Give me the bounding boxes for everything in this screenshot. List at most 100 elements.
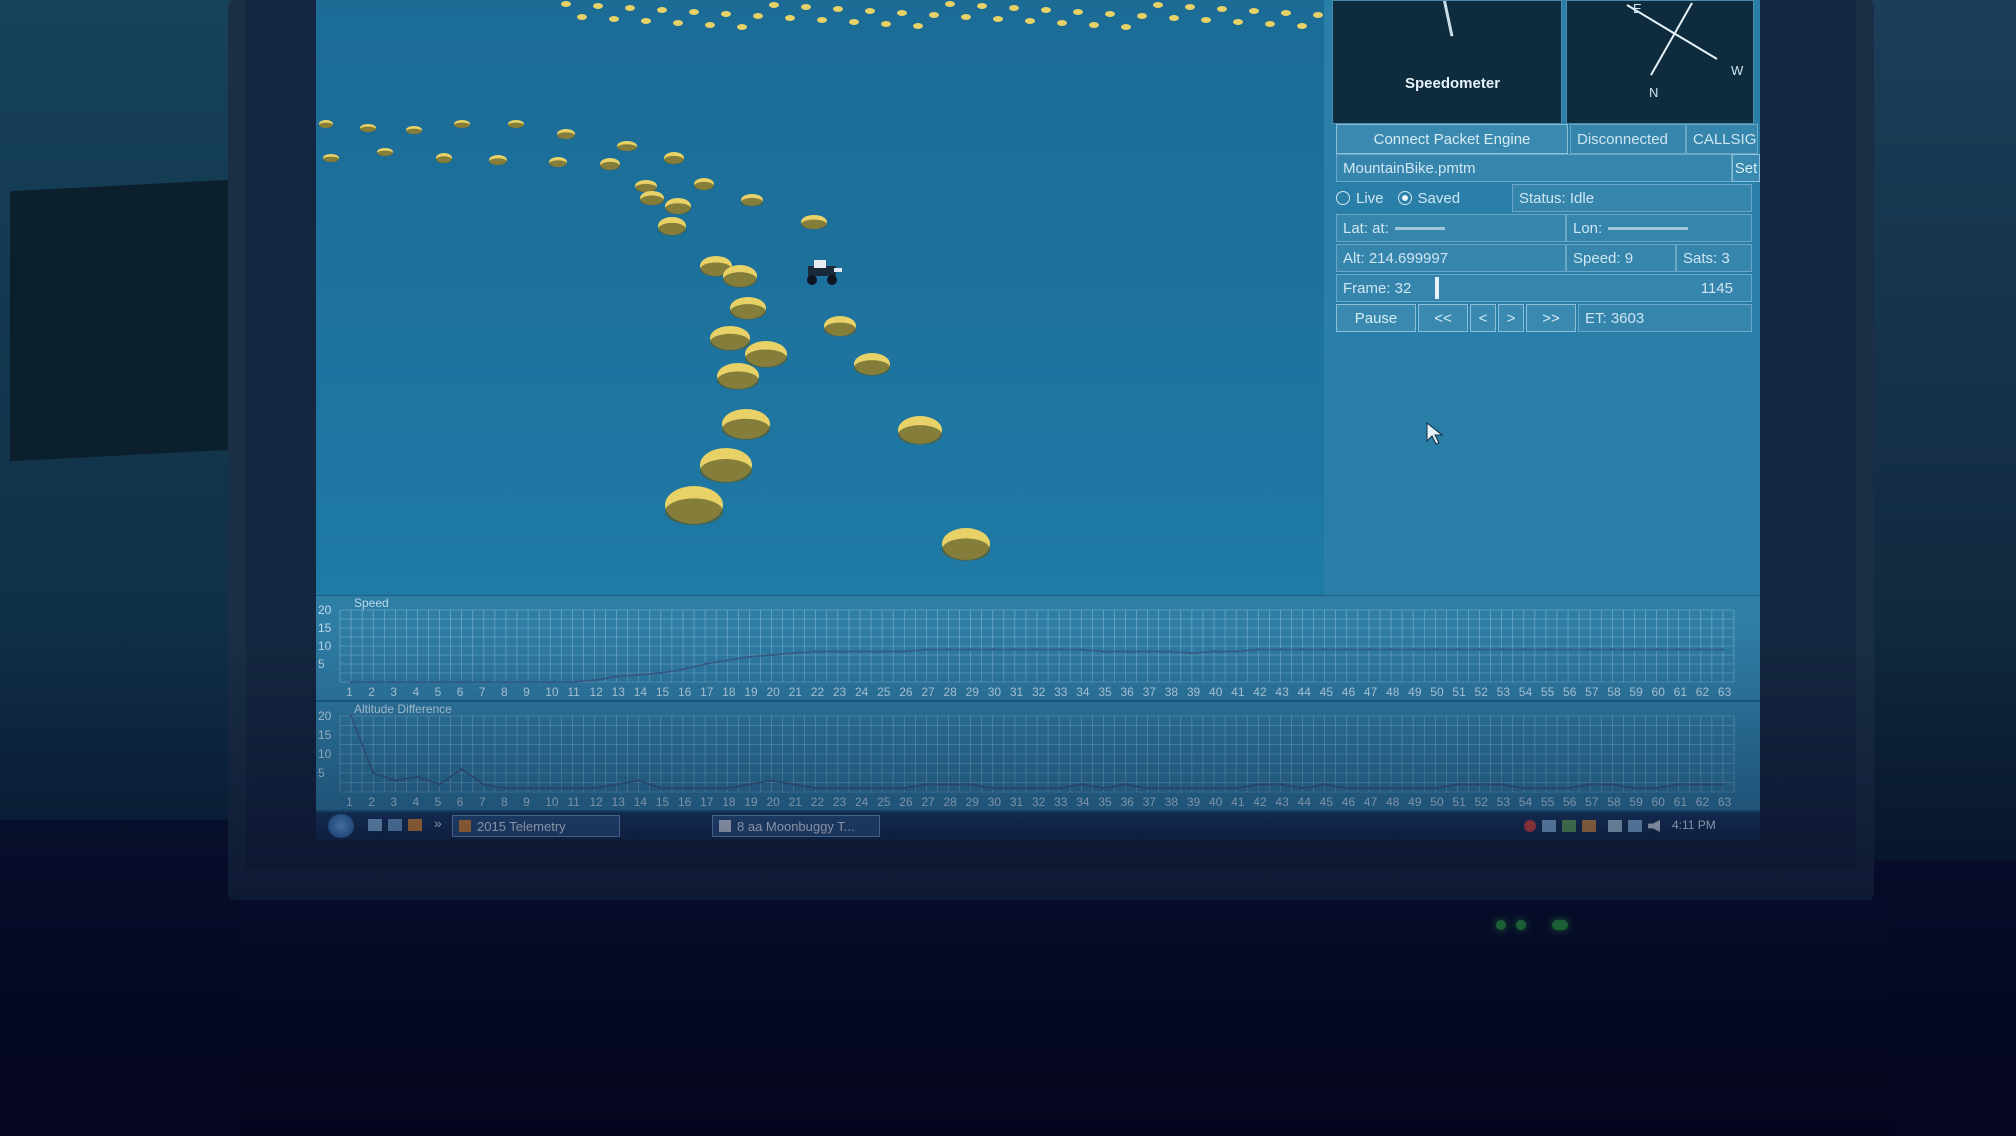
saved-radio[interactable] [1397, 191, 1412, 205]
x-tick-label: 49 [1408, 795, 1422, 809]
tray-icon[interactable] [1562, 820, 1576, 832]
data-point [1566, 787, 1570, 790]
x-tick-label: 20 [766, 685, 780, 699]
file-name-input[interactable]: MountainBike.pmtm [1336, 154, 1732, 182]
x-tick-label: 29 [966, 795, 980, 809]
data-point [947, 783, 950, 786]
pause-button[interactable]: Pause [1336, 304, 1416, 332]
chart-title: Speed [354, 596, 389, 610]
rewind-button[interactable]: << [1418, 304, 1468, 332]
volume-icon[interactable] [1648, 820, 1660, 832]
track-marker [898, 416, 942, 445]
x-tick-label: 43 [1275, 685, 1289, 699]
x-tick-label: 1 [346, 795, 353, 809]
data-point [1257, 648, 1260, 651]
data-point [1434, 648, 1437, 651]
frame-slider-thumb[interactable] [1435, 277, 1440, 299]
step-forward-button[interactable]: > [1498, 304, 1524, 332]
live-radio[interactable] [1336, 191, 1350, 205]
fast-forward-button[interactable]: >> [1526, 304, 1576, 332]
data-point [1345, 787, 1348, 790]
x-tick-label: 16 [678, 685, 692, 699]
taskbar-item-telemetry[interactable]: 2015 Telemetry [452, 815, 620, 837]
track-marker [665, 198, 691, 215]
quick-launch-more[interactable]: » [434, 815, 442, 831]
data-point [394, 779, 397, 782]
x-tick-label: 59 [1629, 685, 1643, 699]
data-point [880, 787, 884, 790]
data-point [526, 680, 530, 684]
data-point [615, 675, 618, 678]
x-tick-label: 26 [899, 685, 913, 699]
sats-field: Sats: 3 [1676, 244, 1752, 272]
data-point [1611, 783, 1614, 786]
data-point [1411, 648, 1415, 651]
track-marker [557, 129, 575, 140]
track-marker [710, 326, 750, 351]
y-tick-label: 10 [318, 639, 332, 653]
tray-icon[interactable] [1582, 820, 1596, 832]
track-marker [833, 6, 843, 12]
tray-icon[interactable] [1542, 820, 1556, 832]
track-marker [1297, 23, 1307, 29]
data-point [969, 648, 972, 651]
altitude-chart: Altitude Difference 20 15 10 5 1 2 3 4 5 6 7 8 9 10 11 1… [316, 702, 1760, 810]
data-point [1257, 783, 1260, 786]
show-desktop-icon[interactable] [368, 819, 382, 831]
set-button[interactable]: Set [1732, 154, 1760, 182]
step-back-button[interactable]: < [1470, 304, 1496, 332]
network-error-icon[interactable] [1524, 820, 1536, 832]
connect-packet-engine-button[interactable]: Connect Packet Engine [1336, 124, 1568, 154]
track-marker [664, 152, 684, 165]
y-tick-label: 5 [318, 657, 325, 671]
switch-windows-icon[interactable] [388, 819, 402, 831]
start-button[interactable] [328, 814, 354, 838]
track-marker [1073, 9, 1083, 15]
x-tick-label: 53 [1497, 795, 1511, 809]
data-point [947, 648, 950, 651]
taskbar-item-label: 8 aa Moonbuggy T... [737, 818, 855, 834]
track-marker [700, 448, 752, 483]
x-tick-label: 18 [722, 795, 736, 809]
track-marker [436, 153, 452, 164]
data-point [1234, 787, 1238, 790]
data-point [858, 787, 862, 790]
network-icon[interactable] [1628, 820, 1642, 832]
x-tick-label: 48 [1386, 795, 1400, 809]
track-marker [617, 141, 637, 152]
track-3d-view[interactable] [316, 0, 1324, 595]
track-marker [689, 9, 699, 15]
data-point [1677, 783, 1680, 786]
clock[interactable]: 4:11 PM [1672, 818, 1716, 832]
x-tick-label: 23 [833, 685, 847, 699]
mouse-cursor-icon [1426, 422, 1444, 445]
x-tick-label: 3 [390, 795, 397, 809]
frame-slider[interactable]: Frame: 32 1145 [1336, 274, 1752, 302]
x-tick-label: 2 [368, 685, 375, 699]
data-point [460, 680, 463, 684]
x-tick-label: 16 [678, 795, 692, 809]
live-radio-label: Live [1356, 189, 1384, 207]
track-marker [625, 5, 635, 11]
control-panel: Speedometer E W N Connect Packet Engine … [1324, 0, 1760, 595]
data-point [1456, 648, 1459, 651]
x-tick-label: 40 [1209, 795, 1223, 809]
x-tick-label: 22 [811, 795, 825, 809]
data-point [1655, 648, 1658, 651]
x-tick-label: 54 [1519, 795, 1533, 809]
x-tick-label: 12 [589, 685, 603, 699]
x-tick-label: 63 [1718, 685, 1732, 699]
x-tick-label: 32 [1032, 795, 1046, 809]
data-point [1699, 648, 1703, 651]
track-marker [817, 17, 827, 23]
track-marker [665, 486, 723, 525]
taskbar-item-moonbuggy[interactable]: 8 aa Moonbuggy T... [712, 815, 880, 837]
tray-icon[interactable] [1608, 820, 1622, 832]
longitude-field: Lon: [1566, 214, 1752, 242]
track-marker [1281, 10, 1291, 16]
media-player-icon[interactable] [408, 819, 422, 831]
data-point [1057, 648, 1061, 651]
x-tick-label: 7 [479, 795, 486, 809]
callsign-field[interactable]: CALLSIGN [1686, 124, 1758, 154]
x-tick-label: 8 [501, 795, 508, 809]
